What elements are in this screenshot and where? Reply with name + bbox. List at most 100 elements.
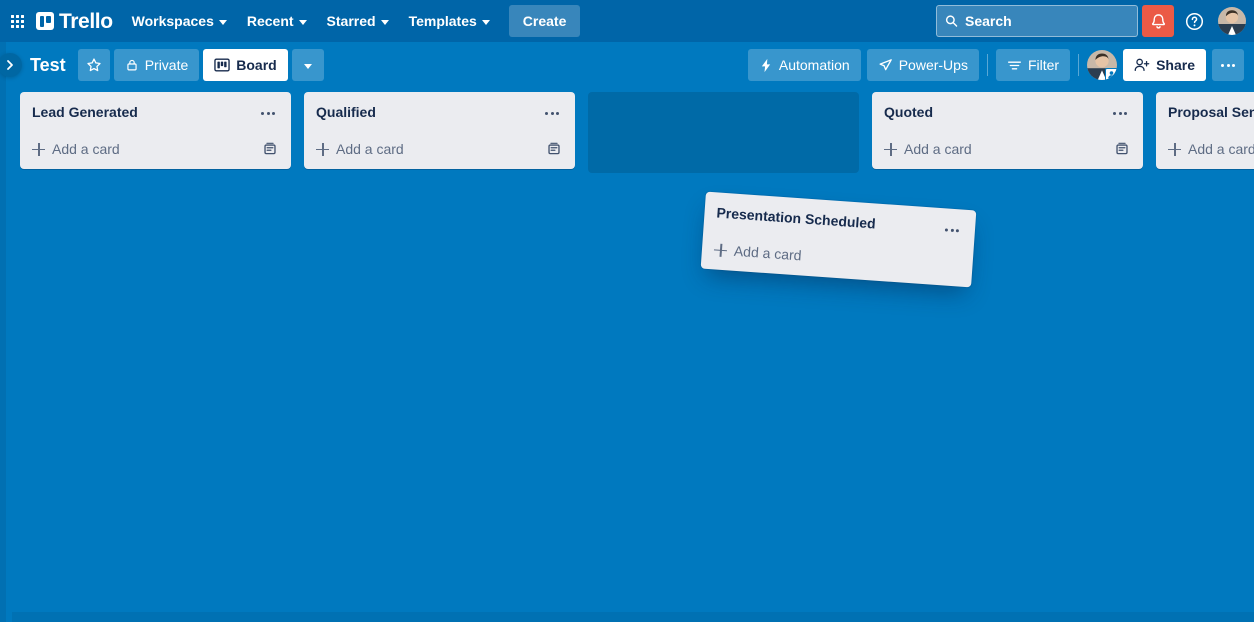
search-input[interactable] — [965, 13, 1137, 29]
grid-apps-icon — [10, 14, 24, 28]
power-ups-button[interactable]: Power-Ups — [866, 49, 979, 81]
board-title[interactable]: Test — [26, 49, 74, 81]
list-quoted[interactable]: Quoted Add a card — [872, 92, 1143, 169]
list-title[interactable]: Proposal Sent — [1168, 102, 1254, 122]
board-header-bar: Test Private Board Automation Power-Ups … — [0, 42, 1254, 88]
header-divider — [986, 54, 988, 76]
bell-icon — [1151, 13, 1165, 29]
card-template-button[interactable] — [1113, 140, 1131, 158]
add-card-label: Add a card — [1188, 141, 1254, 157]
top-nav-left-group: Trello Workspaces Recent Starred Templat… — [4, 5, 936, 37]
board-visibility-label: Private — [144, 57, 189, 73]
board-member-avatar[interactable] — [1087, 50, 1118, 80]
add-card-label: Add a card — [904, 141, 972, 157]
card-template-icon — [264, 142, 276, 155]
lightning-bolt-icon — [761, 58, 771, 72]
add-card-button[interactable]: Add a card — [1168, 140, 1254, 158]
user-avatar[interactable] — [1218, 7, 1246, 35]
board-canvas: Lead Generated Add a card Qualified Add … — [6, 88, 1254, 622]
add-card-row[interactable]: Add a card — [308, 133, 571, 165]
plus-icon — [32, 142, 45, 156]
rocket-icon — [879, 58, 892, 70]
add-card-row[interactable]: Add a card — [1160, 133, 1254, 165]
board-header-right-group: Automation Power-Ups Filter Share — [747, 49, 1244, 81]
search-box[interactable] — [936, 5, 1138, 37]
board-header-left-group: Test Private Board — [26, 49, 748, 81]
top-navigation-bar: Trello Workspaces Recent Starred Templat… — [0, 0, 1254, 42]
person-add-icon — [1134, 58, 1150, 71]
nav-item-label: Starred — [326, 13, 376, 29]
header-divider — [1078, 54, 1080, 76]
board-visibility-button[interactable]: Private — [113, 49, 200, 81]
power-ups-label: Power-Ups — [898, 57, 968, 73]
list-header: Quoted — [876, 99, 1139, 127]
notifications-button[interactable] — [1142, 5, 1174, 37]
dragged-list-presentation-scheduled[interactable]: Presentation Scheduled Add a card — [700, 191, 977, 288]
chevron-right-icon — [7, 60, 13, 70]
chevron-down-icon — [298, 19, 307, 25]
help-circle-icon — [1185, 12, 1203, 30]
help-button[interactable] — [1178, 5, 1210, 37]
nav-item-starred[interactable]: Starred — [318, 5, 398, 37]
board-view-dropdown-button[interactable] — [291, 49, 324, 81]
card-template-button[interactable] — [545, 140, 563, 158]
automation-label: Automation — [778, 57, 850, 73]
share-label: Share — [1156, 57, 1195, 73]
trello-wordmark: Trello — [59, 9, 113, 33]
horizontal-scrollbar[interactable] — [12, 612, 1254, 622]
ellipsis-icon — [261, 111, 275, 115]
lists-container: Lead Generated Add a card Qualified Add … — [6, 88, 1254, 173]
list-actions-button[interactable] — [1107, 102, 1133, 124]
list-title[interactable]: Lead Generated — [32, 102, 138, 122]
add-card-label: Add a card — [733, 242, 803, 264]
board-more-menu-button[interactable] — [1212, 49, 1244, 81]
list-header: Proposal Sent — [1160, 99, 1254, 127]
trello-home-link[interactable]: Trello — [32, 7, 121, 36]
board-view-button[interactable]: Board — [203, 49, 288, 81]
card-template-icon — [548, 142, 560, 155]
create-button[interactable]: Create — [508, 5, 581, 37]
add-card-button[interactable]: Add a card — [713, 240, 802, 264]
board-view-icon — [214, 58, 230, 72]
filter-button[interactable]: Filter — [995, 49, 1071, 81]
lock-icon — [127, 59, 137, 71]
board-view-label: Board — [236, 57, 277, 73]
share-button[interactable]: Share — [1123, 49, 1206, 81]
list-qualified[interactable]: Qualified Add a card — [304, 92, 575, 169]
add-card-button[interactable]: Add a card — [884, 140, 972, 158]
add-card-row[interactable]: Add a card — [24, 133, 287, 165]
add-card-button[interactable]: Add a card — [32, 140, 120, 158]
ellipsis-icon — [1221, 63, 1235, 67]
list-title[interactable]: Qualified — [316, 102, 376, 122]
chevron-down-icon — [481, 19, 490, 25]
filter-label: Filter — [1027, 57, 1060, 73]
ellipsis-icon — [1113, 111, 1127, 115]
automation-button[interactable]: Automation — [747, 49, 861, 81]
app-switcher-button[interactable] — [4, 6, 30, 36]
list-actions-button[interactable] — [255, 102, 281, 124]
list-lead-generated[interactable]: Lead Generated Add a card — [20, 92, 291, 169]
list-title[interactable]: Presentation Scheduled — [716, 202, 876, 233]
list-drop-placeholder — [588, 92, 859, 173]
list-actions-button[interactable] — [938, 218, 965, 242]
nav-item-recent[interactable]: Recent — [238, 5, 316, 37]
add-card-row[interactable]: Add a card — [876, 133, 1139, 165]
chevron-down-icon — [380, 19, 389, 25]
trello-board-icon — [36, 12, 54, 30]
add-card-button[interactable]: Add a card — [316, 140, 404, 158]
card-template-button[interactable] — [261, 140, 279, 158]
nav-item-templates[interactable]: Templates — [400, 5, 499, 37]
avatar-image — [1218, 7, 1246, 35]
top-nav-right-group — [936, 5, 1246, 37]
list-actions-button[interactable] — [539, 102, 565, 124]
nav-item-label: Templates — [408, 13, 477, 29]
star-board-button[interactable] — [77, 49, 110, 81]
member-badge-icon — [1108, 71, 1115, 79]
nav-item-workspaces[interactable]: Workspaces — [123, 5, 236, 37]
star-outline-icon — [87, 58, 101, 72]
list-title[interactable]: Quoted — [884, 102, 933, 122]
list-proposal-sent[interactable]: Proposal Sent Add a card — [1156, 92, 1254, 169]
trello-app: Trello Workspaces Recent Starred Templat… — [0, 0, 1254, 622]
add-card-label: Add a card — [52, 141, 120, 157]
card-template-icon — [1116, 142, 1128, 155]
